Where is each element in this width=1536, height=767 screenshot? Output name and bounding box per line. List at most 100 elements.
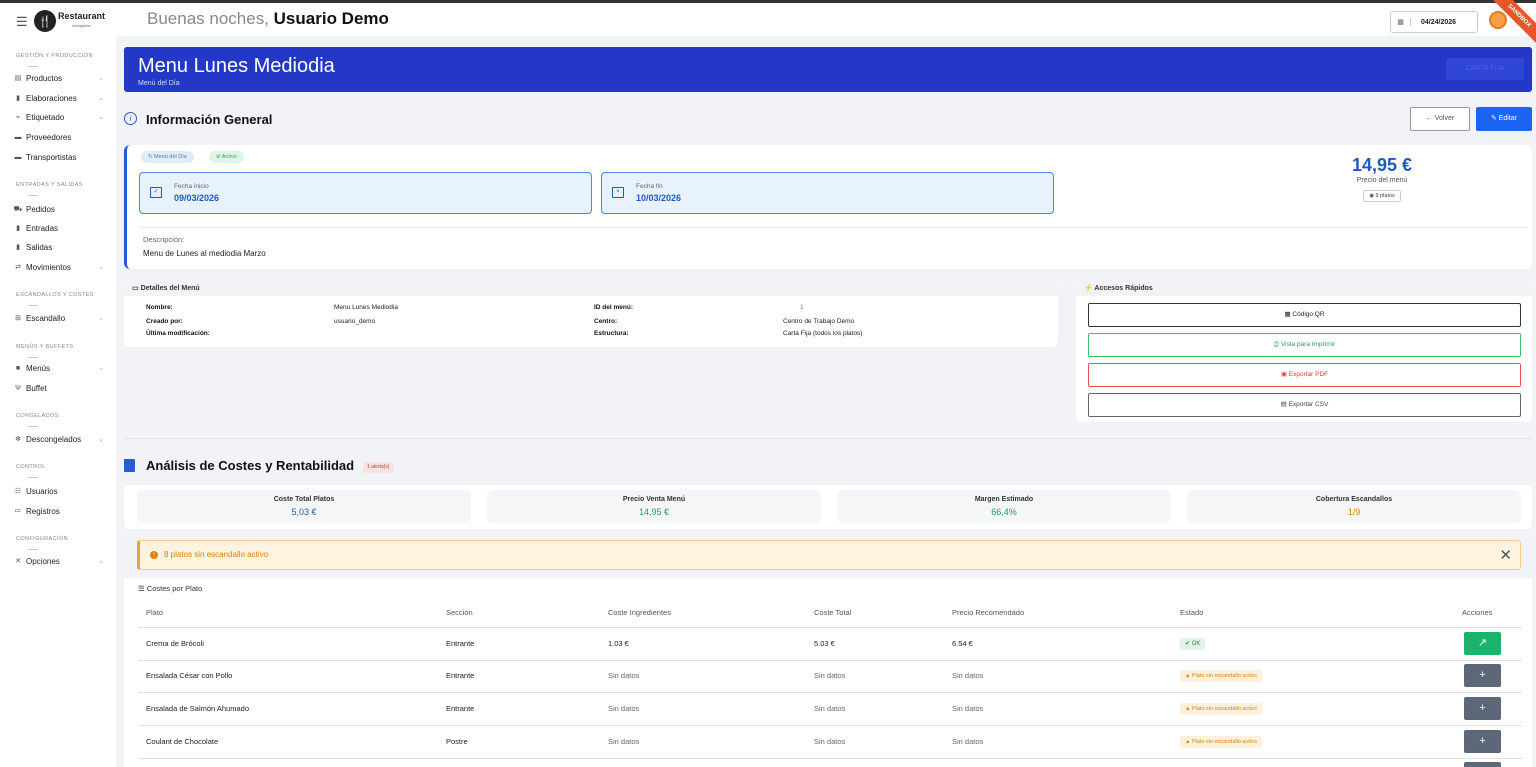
cell-rec: 6.54 € [952, 639, 973, 648]
plus-icon: + [1479, 669, 1486, 681]
plus-icon: + [1479, 702, 1486, 714]
status-label: Plato sin escandallo activo [1191, 739, 1257, 745]
sidebar-item-productos[interactable]: ▤ Productos ⌄ [10, 70, 110, 86]
id-card-icon: ▭ [132, 285, 141, 292]
greeting: Buenas noches, Usuario Demo [147, 9, 389, 29]
truck-icon: ▬ [14, 153, 22, 161]
warning-icon: ▲ [1185, 739, 1192, 745]
qr-button[interactable]: ▦ Código QR [1088, 303, 1521, 327]
description-label: Descripción: [143, 235, 185, 244]
sidebar-item-menus[interactable]: ■ Menús ⌄ [10, 360, 110, 376]
chevron-down-icon: ⌄ [98, 75, 104, 82]
sidebar-item-elaboraciones[interactable]: ▮ Elaboraciones ⌄ [10, 90, 110, 106]
sidebar-item-etiquetado[interactable]: ⌁ Etiquetado ⌄ [10, 109, 110, 125]
cell-total: 5.03 € [814, 639, 835, 648]
metric-label: Coste Total Platos [273, 496, 335, 503]
greeting-prefix: Buenas noches, [147, 9, 274, 28]
close-icon[interactable]: ✕ [1499, 546, 1512, 564]
sidebar-item-label: Elaboraciones [26, 93, 77, 103]
metric-label: Cobertura Escandallos [1315, 496, 1393, 503]
sidebar-item-label: Movimientos [26, 262, 71, 272]
nombre-value: Menu Lunes Mediodia [334, 304, 398, 311]
back-label: Volver [1434, 115, 1455, 122]
cell-plato: Ensalada de Salmón Ahumado [146, 704, 249, 713]
edit-button[interactable]: ✎ Editar [1476, 107, 1532, 131]
metric-margen: Margen Estimado 66,4% [837, 490, 1171, 523]
menu-price: 14,95 € Precio del menú ◉ 9 platos [1267, 155, 1497, 202]
costs-table-card: ☰ Costes por Plato Plato Sección Coste I… [124, 578, 1532, 767]
sidebar-item-label: Descongelados [26, 434, 82, 444]
warning-icon: ▲ [1185, 673, 1192, 679]
add-escandallo-button[interactable]: + [1464, 664, 1501, 687]
chart-icon: ▮ [16, 244, 20, 251]
carta-fija-button[interactable]: CARTA FIJA [1446, 58, 1524, 80]
sidebar-item-registros[interactable]: ≔ Registros [10, 503, 110, 519]
calendar-icon: ▦ [1391, 18, 1411, 26]
menu-toggle-icon[interactable]: ☰ [16, 14, 28, 30]
csv-label: Exportar CSV [1288, 401, 1329, 408]
cell-ingr: Sin datos [608, 704, 640, 713]
start-date-card: ✓ Fecha inicio 09/03/2026 [139, 172, 592, 214]
cell-seccion: Entrante [446, 639, 475, 648]
sidebar-item-label: Etiquetado [26, 112, 65, 122]
col-header: Coste Total [814, 608, 852, 617]
qr-label: Código QR [1292, 311, 1325, 318]
sidebar-item-pedidos[interactable]: ⛟ Pedidos [10, 201, 110, 217]
export-pdf-button[interactable]: ▣ Exportar PDF [1088, 363, 1521, 387]
analysis-button[interactable]: ↗ [1464, 632, 1501, 655]
col-header: Coste Ingredientes [608, 608, 671, 617]
cell-plato: Crema de Brócoli [146, 639, 204, 648]
alerts-badge: 1 alerta(s) [363, 462, 394, 473]
sidebar-item-label: Transportistas [26, 152, 77, 162]
sidebar-item-usuarios[interactable]: ☷ Usuarios [10, 483, 110, 499]
calendar-x-icon: × [612, 187, 624, 198]
cell-seccion: Postre [446, 737, 468, 746]
cell-plato: Coulant de Chocolate [146, 737, 219, 746]
calculator-icon: ⊞ [15, 315, 21, 322]
quick-access-header: ⚡ Accesos Rápidos [1076, 282, 1532, 296]
cell-total: Sin datos [814, 704, 846, 713]
book-icon: ■ [15, 364, 21, 372]
logo[interactable]: 🍴 Restaurant inteligente [34, 10, 105, 32]
metric-value: 1/9 [1347, 507, 1361, 517]
sidebar-item-opciones[interactable]: ✕ Opciones ⌄ [10, 553, 110, 569]
logo-icon: 🍴 [34, 10, 56, 32]
brand-name: Restaurant [58, 11, 106, 21]
cell-ingr: Sin datos [608, 737, 640, 746]
metric-cobertura: Cobertura Escandallos 1/9 [1187, 490, 1521, 523]
sidebar-item-buffet[interactable]: Ψ Buffet [10, 380, 110, 396]
sidebar-item-label: Entradas [26, 223, 59, 233]
sidebar-section-title: ESCANDALLOS Y COSTES [16, 292, 94, 298]
nombre-label: Nombre: [146, 304, 173, 311]
end-date-value: 10/03/2026 [636, 193, 682, 203]
sidebar-item-transportistas[interactable]: ▬ Transportistas [10, 149, 110, 165]
add-escandallo-button[interactable]: + [1464, 730, 1501, 753]
print-button[interactable]: ⎙ Vista para Imprimir [1088, 333, 1521, 357]
sidebar-item-proveedores[interactable]: ▬ Proveedores [10, 129, 110, 145]
plates-count: ◉ 9 platos [1363, 190, 1401, 202]
cell-total: Sin datos [814, 737, 846, 746]
cell-rec: Sin datos [952, 704, 984, 713]
back-button[interactable]: ← Volver [1410, 107, 1470, 131]
sidebar-section-title: CONGELADOS [16, 413, 59, 419]
pdf-icon: ▣ [1280, 371, 1289, 378]
warning-icon: ▲ [1185, 706, 1192, 712]
chart-icon: ▮ [16, 225, 20, 232]
add-escandallo-button[interactable] [1464, 762, 1501, 767]
details-title: Detalles del Menú [140, 285, 200, 292]
add-escandallo-button[interactable]: + [1464, 697, 1501, 720]
cell-rec: Sin datos [952, 671, 984, 680]
sidebar-item-entradas[interactable]: ▮ Entradas [10, 220, 110, 236]
sidebar-item-movimientos[interactable]: ⇄ Movimientos ⌄ [10, 259, 110, 275]
status-badge: ✔ OK [1180, 638, 1206, 650]
sidebar-section-title: MENÚS Y BUFFETS [16, 344, 74, 350]
sidebar-item-descongelados[interactable]: ✻ Descongelados ⌄ [10, 431, 110, 447]
list-icon: ≔ [14, 508, 22, 515]
id-value: 1 [800, 304, 804, 311]
sidebar-item-salidas[interactable]: ▮ Salidas [10, 239, 110, 255]
date-picker[interactable]: ▦ 04/24/2026 [1390, 11, 1478, 33]
avatar[interactable] [1489, 11, 1507, 29]
sidebar-item-escandallo[interactable]: ⊞ Escandallo ⌄ [10, 310, 110, 326]
sidebar-item-label: Usuarios [26, 486, 58, 496]
export-csv-button[interactable]: ▤ Exportar CSV [1088, 393, 1521, 417]
